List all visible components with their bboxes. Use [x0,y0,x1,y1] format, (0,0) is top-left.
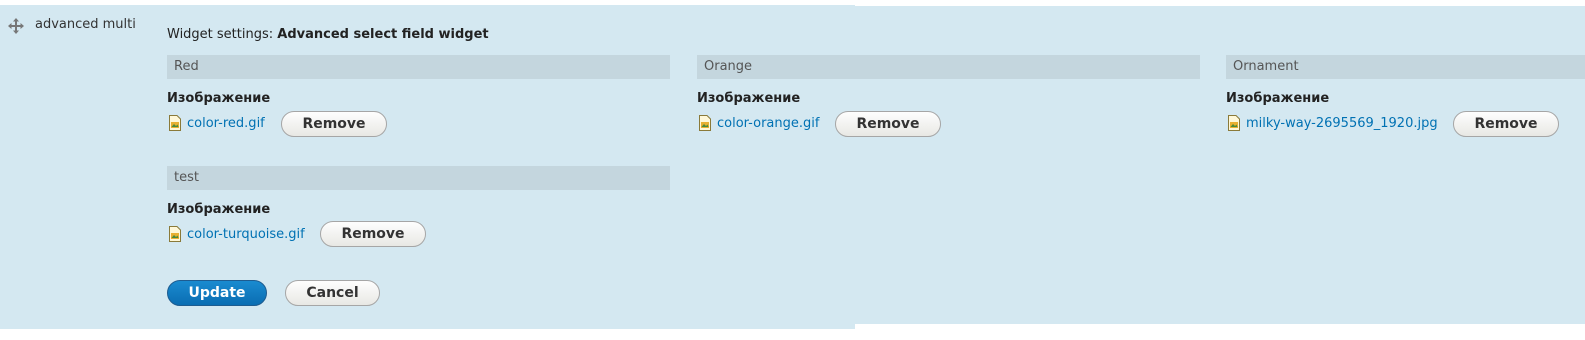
file-link[interactable]: color-orange.gif [717,116,819,131]
file-item: milky-way-2695569_1920.jpg [1228,110,1438,136]
remove-button[interactable]: Remove [281,111,387,137]
file-link[interactable]: color-red.gif [187,116,265,131]
image-file-icon [1228,115,1240,131]
field-label-image: Изображение [167,91,271,106]
row-bottom-divider [855,324,1585,329]
image-file-icon [169,226,181,242]
field-label-image: Изображение [697,91,801,106]
remove-button[interactable]: Remove [835,111,941,137]
file-item: color-turquoise.gif [169,221,305,247]
widget-settings-title: Widget settings: Advanced select field w… [167,27,489,42]
remove-button[interactable]: Remove [1453,111,1559,137]
image-file-icon [169,115,181,131]
row-name: advanced multi [35,17,136,32]
widget-name: Advanced select field widget [277,27,489,42]
fieldset-legend-red: Red [167,55,670,79]
widget-settings-prefix: Widget settings: [167,27,274,42]
cancel-button[interactable]: Cancel [285,280,380,306]
field-label-image: Изображение [1226,91,1330,106]
file-item: color-red.gif [169,110,265,136]
move-arrows-icon[interactable] [8,18,24,34]
fieldset-legend-ornament: Ornament [1226,55,1585,79]
file-link[interactable]: color-turquoise.gif [187,227,305,242]
update-button[interactable]: Update [167,280,267,306]
image-file-icon [699,115,711,131]
row-top-divider [855,0,1585,6]
file-item: color-orange.gif [699,110,819,136]
field-label-image: Изображение [167,202,271,217]
file-link[interactable]: milky-way-2695569_1920.jpg [1246,116,1438,131]
fieldset-legend-test: test [167,166,670,190]
fieldset-legend-orange: Orange [697,55,1200,79]
remove-button[interactable]: Remove [320,221,426,247]
